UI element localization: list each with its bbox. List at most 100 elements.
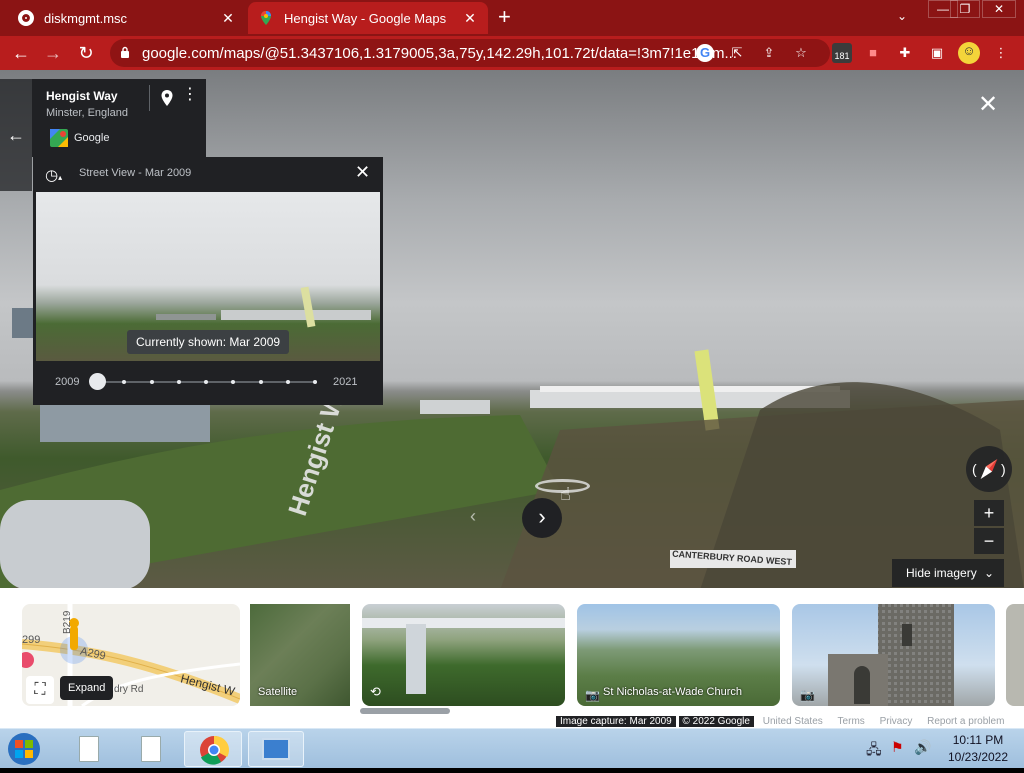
volume-icon[interactable]: 🔊 [914, 739, 931, 756]
lock-icon [121, 46, 129, 58]
url-text[interactable]: google.com/maps/@51.3437106,1.3179005,3a… [142, 45, 737, 62]
taskbar-chrome-button[interactable] [184, 731, 242, 767]
street-view-panorama[interactable]: Hengist Way CANTERBURY ROAD WEST ← Hengi… [0, 70, 1024, 588]
place-info-card: Hengist Way Minster, England ⋮ Google [32, 79, 206, 157]
clock-time: 10:11 PM [952, 733, 1004, 747]
windows-taskbar: 🖧 ⚑ 🔊 10:11 PM 10/23/2022 [0, 728, 1024, 768]
minimap-card[interactable]: B219 A299 299 Hengist W dry Rd ⛶ Expand [22, 604, 240, 706]
zoom-out-button[interactable]: − [974, 528, 1004, 554]
timeline-end-year: 2021 [333, 376, 358, 388]
profile-avatar[interactable]: ☺ [958, 42, 980, 64]
google-maps-logo-icon [50, 129, 68, 147]
share-icon[interactable]: ⇪ [760, 44, 778, 62]
tab-strip: diskmgmt.msc ✕ Hengist Way - Google Maps… [0, 0, 1024, 36]
church-tower-drawing [828, 604, 954, 706]
extension-badge-count: 181 [834, 51, 850, 61]
clock[interactable]: 10:11 PM 10/23/2022 [940, 733, 1016, 764]
satellite-card[interactable]: Satellite [250, 604, 350, 706]
copyright: © 2022 Google [678, 716, 754, 727]
tab-close-icon[interactable]: ✕ [462, 10, 478, 27]
aerial-photo-card[interactable]: 📷 St Nicholas-at-Wade Church [577, 604, 780, 706]
street-view-timeline-panel: ◷▴ Street View - Mar 2009 ✕ 2009 2021 [33, 157, 383, 405]
strip-scrollbar[interactable] [360, 708, 450, 714]
image-capture-date: Image capture: Mar 2009 [556, 716, 676, 727]
flag-alert-icon[interactable]: ⚑ [891, 739, 904, 756]
tab-title: diskmgmt.msc [44, 10, 128, 26]
timeline-stop-dot[interactable] [258, 380, 263, 384]
place-subtitle: Minster, England [46, 107, 128, 119]
forward-arrow-icon[interactable]: → [42, 42, 64, 64]
terms-link[interactable]: Terms [832, 716, 871, 727]
recorder-extension-icon[interactable]: ■ [864, 44, 882, 62]
location-pin-icon[interactable] [160, 89, 174, 107]
taskbar-file-icon[interactable] [70, 731, 106, 767]
bookmark-star-icon[interactable]: ☆ [792, 44, 810, 62]
compass-icon[interactable]: ( ) [966, 446, 1012, 492]
reload-icon[interactable]: ↻ [75, 42, 97, 64]
aerial-photo-label: St Nicholas-at-Wade Church [603, 686, 742, 698]
more-options-icon[interactable]: ⋮ [182, 87, 198, 103]
clock-date: 10/23/2022 [947, 750, 1009, 764]
tab-search-button[interactable]: ⌄ [897, 9, 907, 23]
browser-toolbar: ← → ↻ google.com/maps/@51.3437106,1.3179… [0, 36, 1024, 70]
street-view-thumbnail-card[interactable]: ⟲ [362, 604, 565, 706]
zoom-in-button[interactable]: + [974, 500, 1004, 526]
start-button[interactable] [4, 731, 48, 767]
open-in-app-icon[interactable]: ⇱ [728, 44, 746, 62]
tab-google-maps[interactable]: Hengist Way - Google Maps ✕ [248, 2, 488, 34]
nav-left-arrow-icon[interactable]: ‹ [470, 506, 476, 527]
church-photo-card[interactable]: 📷 [792, 604, 995, 706]
tab-title: Hengist Way - Google Maps [284, 10, 447, 26]
place-title[interactable]: Hengist Way [46, 89, 118, 103]
privacy-link[interactable]: Privacy [874, 716, 919, 727]
timeline-stop-dot[interactable] [176, 380, 181, 384]
chevron-down-icon: ⌄ [984, 566, 995, 580]
country-link[interactable]: United States [757, 716, 829, 727]
back-arrow-icon[interactable]: ← [0, 79, 32, 191]
taskbar-file-icon[interactable] [132, 731, 168, 767]
hide-imagery-button[interactable]: Hide imagery ⌄ [892, 559, 1004, 587]
map-label-small-road: dry Rd [114, 684, 144, 695]
chrome-icon [200, 735, 229, 765]
address-bar[interactable]: google.com/maps/@51.3437106,1.3179005,3a… [110, 39, 830, 67]
timeline-stop-dot[interactable] [204, 380, 208, 384]
google-lens-icon[interactable]: G [696, 44, 714, 62]
window-close-button[interactable]: ✕ [982, 0, 1016, 18]
history-clock-icon[interactable]: ◷▴ [45, 166, 62, 184]
puzzle-extensions-icon[interactable]: ✚ [896, 44, 914, 62]
windows-logo-icon [8, 733, 40, 765]
thumbnail-post [406, 624, 426, 694]
timeline-stop-dot[interactable] [313, 380, 317, 384]
timeline-slider-thumb[interactable] [89, 373, 106, 390]
maximize-button[interactable]: ❐ [950, 0, 980, 18]
svg-text:): ) [1001, 461, 1006, 477]
back-arrow-icon[interactable]: ← [10, 42, 32, 64]
divider [149, 85, 150, 111]
taskbar-disk-management-button[interactable] [248, 731, 304, 767]
new-tab-button[interactable]: + [498, 6, 511, 28]
imagery-strip: B219 A299 299 Hengist W dry Rd ⛶ Expand … [0, 588, 1024, 728]
expand-icon[interactable]: ⛶ [26, 676, 54, 704]
timeline-close-icon[interactable]: ✕ [355, 162, 370, 183]
report-problem-link[interactable]: Report a problem [921, 716, 1010, 727]
disk-management-icon [262, 738, 290, 760]
extension-badge-icon[interactable]: 181 [832, 43, 852, 63]
menu-kebab-icon[interactable]: ⋮ [992, 44, 1010, 62]
next-photo-card[interactable] [1006, 604, 1024, 706]
timeline-stop-dot[interactable] [149, 380, 154, 384]
timeline-stop-dot[interactable] [231, 380, 236, 384]
provider-label: Google [74, 132, 110, 144]
camera-icon: 📷 [800, 688, 815, 702]
network-icon[interactable]: 🖧 [866, 739, 882, 763]
timeline-stop-dot[interactable] [122, 380, 127, 384]
close-street-view-icon[interactable]: ✕ [978, 90, 998, 119]
nav-right-arrow-icon[interactable]: › [522, 498, 562, 538]
hand-cursor-icon: ☝ [560, 484, 571, 504]
tab-close-icon[interactable]: ✕ [220, 10, 236, 27]
timeline-start-year: 2009 [55, 376, 80, 388]
tab-diskmgmt[interactable]: diskmgmt.msc ✕ [8, 2, 246, 34]
360-view-icon: ⟲ [370, 684, 381, 699]
current-date-tooltip: Currently shown: Mar 2009 [127, 330, 290, 354]
side-panel-icon[interactable]: ▣ [928, 44, 946, 62]
timeline-stop-dot[interactable] [285, 380, 290, 384]
